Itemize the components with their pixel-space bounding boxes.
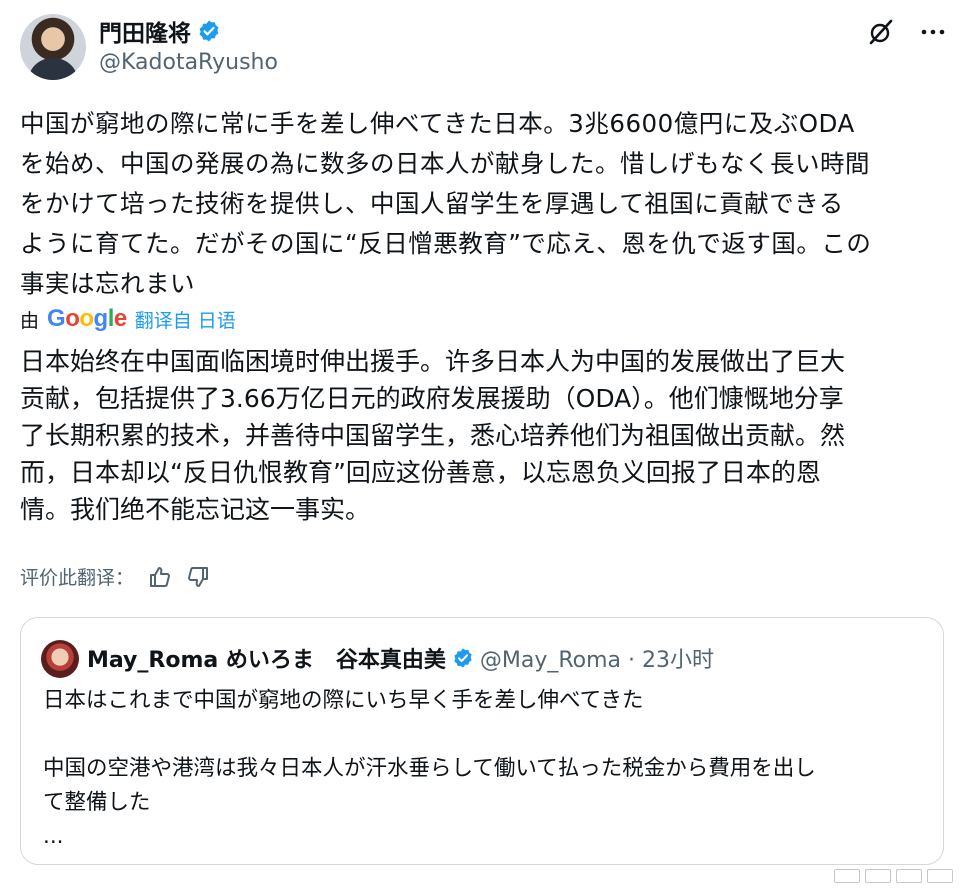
google-letter: e xyxy=(113,305,127,332)
google-letter: g xyxy=(93,305,109,332)
google-logo: Google xyxy=(47,305,127,333)
quoted-tweet-header: May_Roma めいろま 谷本真由美 @May_Roma · 23小时 xyxy=(87,642,714,674)
watermark-marks xyxy=(834,869,953,883)
tweet-text: 中国が窮地の際に常に手を差し伸べてきた日本。3兆6600億円に及ぶODA を始め… xyxy=(20,109,872,298)
author-name-row: 門田隆将 xyxy=(99,14,221,48)
watermark-block xyxy=(834,869,860,883)
translated-from-link[interactable]: 翻译自 日语 xyxy=(135,306,236,333)
more-options-icon[interactable] xyxy=(919,18,947,46)
translated-text: 日本始终在中国面临困境时伸出援手。许多日本人为中国的发展做出了巨大 贡献，包括提… xyxy=(20,347,846,524)
grok-icon[interactable] xyxy=(867,18,895,46)
quoted-author-name[interactable]: May_Roma めいろま 谷本真由美 xyxy=(87,642,446,674)
quoted-tweet-card[interactable]: May_Roma めいろま 谷本真由美 @May_Roma · 23小时 日本は… xyxy=(20,617,944,865)
author-avatar[interactable] xyxy=(20,14,86,80)
top-actions xyxy=(867,18,947,46)
watermark-block xyxy=(927,869,953,883)
rate-translation-label: 评价此翻译： xyxy=(20,567,135,589)
translation-attribution: 由 Google 翻译自 日语 xyxy=(20,305,236,333)
rate-translation-row: 评价此翻译： xyxy=(20,563,210,590)
google-letter: o xyxy=(65,305,80,332)
quoted-author-handle-time[interactable]: @May_Roma · 23小时 xyxy=(480,642,714,674)
translation-by-label: 由 xyxy=(20,309,40,332)
quoted-author-avatar[interactable] xyxy=(41,640,79,678)
watermark-block xyxy=(865,869,891,883)
google-letter: G xyxy=(47,305,66,332)
author-handle[interactable]: @KadotaRyusho xyxy=(99,50,278,75)
author-display-name[interactable]: 門田隆将 xyxy=(99,14,191,48)
quoted-tweet-text: 日本はこれまで中国が窮地の際にいち早く手を差し伸べてきた 中国の空港や港湾は我々… xyxy=(43,688,816,849)
verified-badge-icon xyxy=(199,20,219,42)
verified-badge-icon xyxy=(454,648,472,668)
thumbs-down-icon[interactable] xyxy=(186,565,210,589)
google-letter: o xyxy=(79,305,94,332)
thumbs-up-icon[interactable] xyxy=(148,565,172,589)
watermark-block xyxy=(896,869,922,883)
